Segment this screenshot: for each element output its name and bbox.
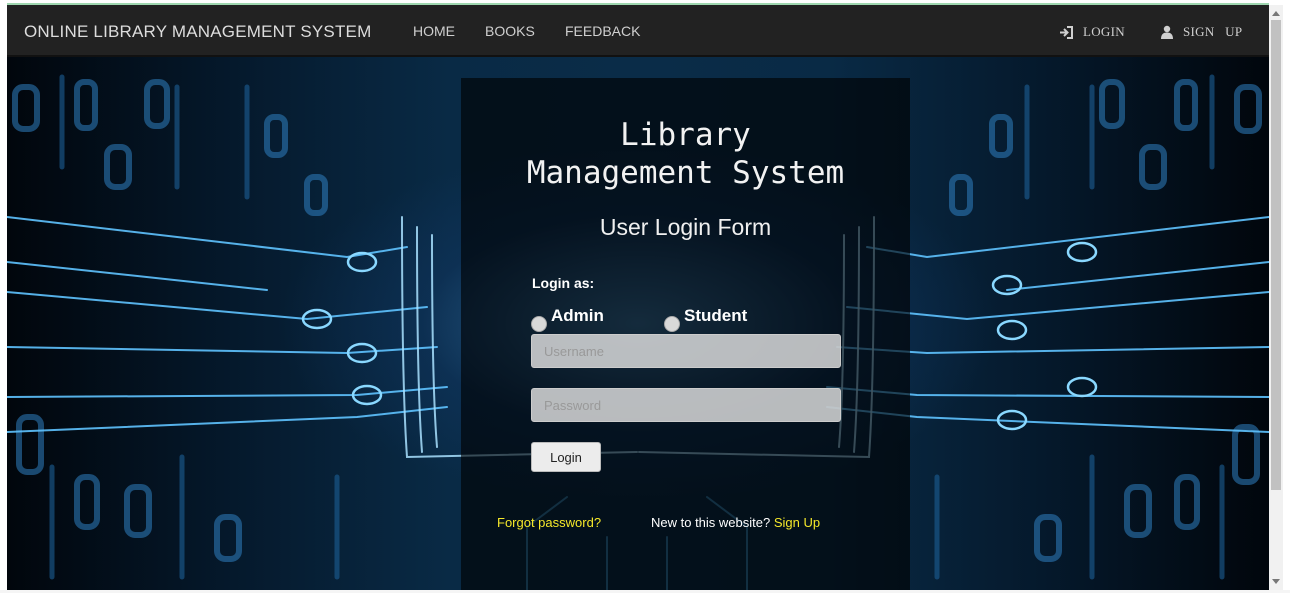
signup-prompt: New to this website? Sign Up	[651, 515, 820, 530]
student-radio[interactable]	[664, 316, 680, 332]
form-subtitle: User Login Form	[599, 214, 772, 240]
browser-page: ONLINE LIBRARY MANAGEMENT SYSTEM HOME BO…	[0, 0, 1290, 593]
navbar: ONLINE LIBRARY MANAGEMENT SYSTEM HOME BO…	[7, 5, 1269, 57]
forgot-password-link[interactable]: Forgot password?	[497, 515, 601, 530]
nav-login[interactable]: LOGIN	[1059, 24, 1125, 40]
login-as-label: Login as:	[532, 275, 595, 291]
nav-signup[interactable]: SIGN UP	[1160, 24, 1242, 40]
brand-link[interactable]: ONLINE LIBRARY MANAGEMENT SYSTEM	[24, 22, 371, 42]
nav-signup-label: SIGN UP	[1183, 24, 1243, 39]
nav-books[interactable]: BOOKS	[485, 23, 535, 39]
password-input[interactable]	[531, 388, 841, 422]
vertical-scrollbar[interactable]	[1269, 5, 1283, 590]
role-student-option[interactable]: Student	[664, 306, 748, 332]
role-admin-option[interactable]: Admin	[531, 306, 604, 332]
scroll-down-arrow-icon[interactable]	[1272, 579, 1280, 584]
new-user-text: New to this website?	[651, 515, 771, 530]
user-icon	[1161, 25, 1173, 39]
nav-login-label: LOGIN	[1083, 24, 1125, 39]
nav-feedback[interactable]: FEEDBACK	[565, 23, 640, 39]
username-input[interactable]	[531, 334, 841, 368]
login-arrow-icon	[1060, 25, 1073, 39]
signup-link[interactable]: Sign Up	[774, 515, 820, 530]
login-panel: Library Management System User Login For…	[461, 78, 910, 590]
page-title: Library Management System	[526, 117, 845, 191]
scroll-up-arrow-icon[interactable]	[1272, 11, 1280, 16]
login-button[interactable]: Login	[531, 442, 601, 472]
nav-home[interactable]: HOME	[413, 23, 455, 39]
admin-radio[interactable]	[531, 316, 547, 332]
scroll-thumb[interactable]	[1271, 20, 1281, 490]
student-radio-label: Student	[684, 306, 748, 325]
admin-radio-label: Admin	[551, 306, 604, 325]
